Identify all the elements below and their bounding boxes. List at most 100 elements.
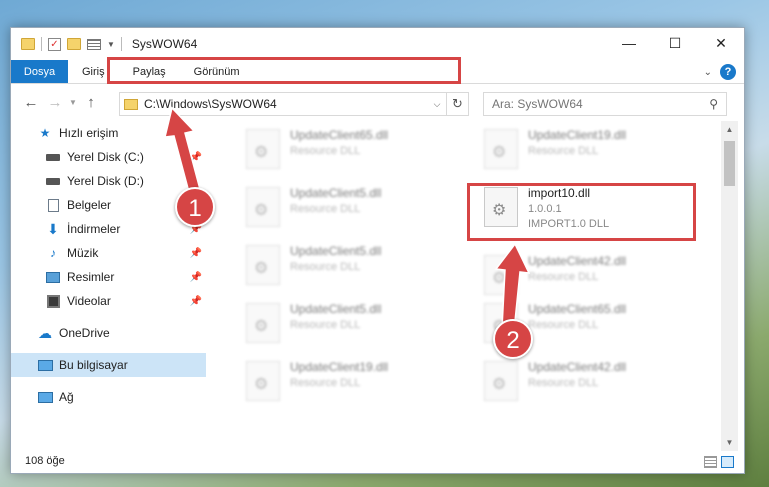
- sidebar-item-local-disk-d[interactable]: Yerel Disk (D:): [11, 169, 206, 193]
- chevron-down-icon[interactable]: ▼: [107, 40, 115, 49]
- status-bar: 108 öğe: [11, 449, 744, 473]
- sidebar-item-onedrive[interactable]: ☁ OneDrive: [11, 321, 206, 345]
- sidebar-item-pictures[interactable]: Resimler 📌: [11, 265, 206, 289]
- back-button[interactable]: ←: [19, 94, 43, 111]
- dll-file-icon: [246, 129, 280, 169]
- search-icon[interactable]: ⚲: [709, 97, 718, 111]
- sidebar-item-this-pc[interactable]: Bu bilgisayar: [11, 353, 206, 377]
- search-input[interactable]: [492, 97, 710, 111]
- sidebar-item-label: Yerel Disk (D:): [67, 174, 144, 188]
- close-button[interactable]: ✕: [698, 28, 744, 58]
- chevron-down-icon[interactable]: ⌵: [428, 99, 446, 110]
- file-name: UpdateClient5.dll: [290, 244, 382, 258]
- file-name: UpdateClient19.dll: [290, 360, 389, 374]
- scroll-up-icon[interactable]: ▲: [721, 121, 738, 138]
- tab-file[interactable]: Dosya: [11, 60, 68, 83]
- computer-icon: [37, 358, 53, 372]
- minimize-button[interactable]: —: [606, 28, 652, 58]
- explorer-window: ✓ ▼ SysWOW64 — ☐ ✕ Dosya Giriş Paylaş Gö…: [10, 27, 745, 474]
- ribbon-right: ⌄ ?: [704, 64, 736, 80]
- file-item[interactable]: UpdateClient42.dll Resource DLL: [480, 357, 720, 405]
- file-item[interactable]: UpdateClient19.dll Resource DLL: [242, 357, 482, 405]
- file-type: Resource DLL: [528, 377, 599, 389]
- dll-file-icon: [484, 361, 518, 401]
- properties-check-icon[interactable]: ✓: [48, 37, 61, 51]
- help-icon[interactable]: ?: [720, 64, 736, 80]
- file-type: Resource DLL: [290, 319, 361, 331]
- star-icon: ★: [39, 126, 51, 140]
- file-type: Resource DLL: [528, 271, 599, 283]
- file-type: Resource DLL: [290, 145, 361, 157]
- step-1-badge: 1: [175, 187, 215, 227]
- window-title: SysWOW64: [131, 37, 198, 51]
- search-box[interactable]: ⚲: [483, 92, 727, 116]
- sidebar-item-label: OneDrive: [59, 326, 110, 340]
- network-icon: [37, 390, 53, 404]
- folder-icon: [124, 98, 138, 110]
- file-list: UpdateClient65.dll Resource DLL UpdateCli…: [206, 121, 723, 451]
- file-type: Resource DLL: [290, 377, 361, 389]
- address-bar[interactable]: C:\Windows\SysWOW64 ⌵ ↻: [119, 92, 469, 116]
- folder-icon: [21, 38, 35, 50]
- file-highlight: [467, 183, 696, 241]
- document-icon: [45, 198, 61, 212]
- sidebar-item-quick-access[interactable]: ★ Hızlı erişim: [11, 121, 206, 145]
- step-2-badge: 2: [493, 319, 533, 359]
- sidebar-item-label: Resimler: [67, 270, 115, 284]
- vertical-scrollbar[interactable]: ▲ ▼: [721, 121, 738, 451]
- maximize-button[interactable]: ☐: [652, 28, 698, 58]
- details-view-icon[interactable]: [704, 456, 717, 468]
- quick-access-toolbar: ✓ ▼: [11, 37, 122, 51]
- navigation-bar: ← → ▼ ↑ C:\Windows\SysWOW64 ⌵ ↻ ⚲: [11, 84, 744, 120]
- file-item[interactable]: UpdateClient65.dll Resource DLL: [242, 125, 482, 173]
- pin-icon: 📌: [189, 247, 202, 259]
- pin-icon: 📌: [189, 151, 202, 163]
- title-bar: ✓ ▼ SysWOW64 — ☐ ✕: [11, 28, 744, 60]
- file-item[interactable]: UpdateClient19.dll Resource DLL: [480, 125, 720, 173]
- dll-file-icon: [246, 187, 280, 227]
- window-controls: — ☐ ✕: [606, 28, 744, 58]
- file-item[interactable]: UpdateClient5.dll Resource DLL: [242, 241, 482, 289]
- scroll-thumb[interactable]: [724, 141, 735, 186]
- file-item[interactable]: UpdateClient42.dll Resource DLL: [480, 251, 720, 299]
- up-button[interactable]: ↑: [79, 94, 103, 111]
- sidebar-item-videos[interactable]: Videolar 📌: [11, 289, 206, 313]
- sidebar-item-music[interactable]: ♪ Müzik 📌: [11, 241, 206, 265]
- expand-ribbon-icon[interactable]: ⌄: [704, 67, 712, 78]
- file-type: Resource DLL: [290, 261, 361, 273]
- sidebar-item-label: Ağ: [59, 390, 74, 404]
- pictures-icon: [45, 270, 61, 284]
- new-folder-icon[interactable]: [67, 38, 81, 50]
- file-name: UpdateClient42.dll: [528, 360, 627, 374]
- file-name: UpdateClient65.dll: [290, 128, 389, 142]
- sidebar-item-label: Yerel Disk (C:): [67, 150, 144, 164]
- dll-file-icon: [484, 129, 518, 169]
- address-bar-highlight: [107, 57, 461, 84]
- recent-locations-icon[interactable]: ▼: [67, 98, 79, 107]
- sidebar-item-label: İndirmeler: [67, 222, 121, 236]
- file-type: Resource DLL: [528, 319, 599, 331]
- address-path[interactable]: C:\Windows\SysWOW64: [144, 97, 428, 111]
- navigation-pane: ★ Hızlı erişim Yerel Disk (C:) 📌 Yerel D…: [11, 121, 206, 451]
- list-view-icon[interactable]: [87, 38, 101, 50]
- download-icon: ⬇: [47, 220, 59, 237]
- sidebar-item-label: Belgeler: [67, 198, 112, 212]
- file-name: UpdateClient19.dll: [528, 128, 627, 142]
- file-item[interactable]: UpdateClient5.dll Resource DLL: [242, 299, 482, 347]
- refresh-button[interactable]: ↻: [446, 93, 468, 115]
- sidebar-item-network[interactable]: Ağ: [11, 385, 206, 409]
- pin-icon: 📌: [189, 295, 202, 307]
- sidebar-item-local-disk-c[interactable]: Yerel Disk (C:) 📌: [11, 145, 206, 169]
- toolbar-divider: [120, 37, 122, 51]
- dll-file-icon: [246, 361, 280, 401]
- sidebar-item-downloads[interactable]: ⬇ İndirmeler 📌: [11, 217, 206, 241]
- forward-button[interactable]: →: [43, 94, 67, 111]
- dll-file-icon: [246, 245, 280, 285]
- file-item[interactable]: UpdateClient5.dll Resource DLL: [242, 183, 482, 231]
- sidebar-item-label: Bu bilgisayar: [59, 358, 128, 372]
- tiles-view-icon[interactable]: [721, 456, 734, 468]
- item-count: 108 öğe: [25, 455, 65, 467]
- view-toggle: [704, 456, 734, 468]
